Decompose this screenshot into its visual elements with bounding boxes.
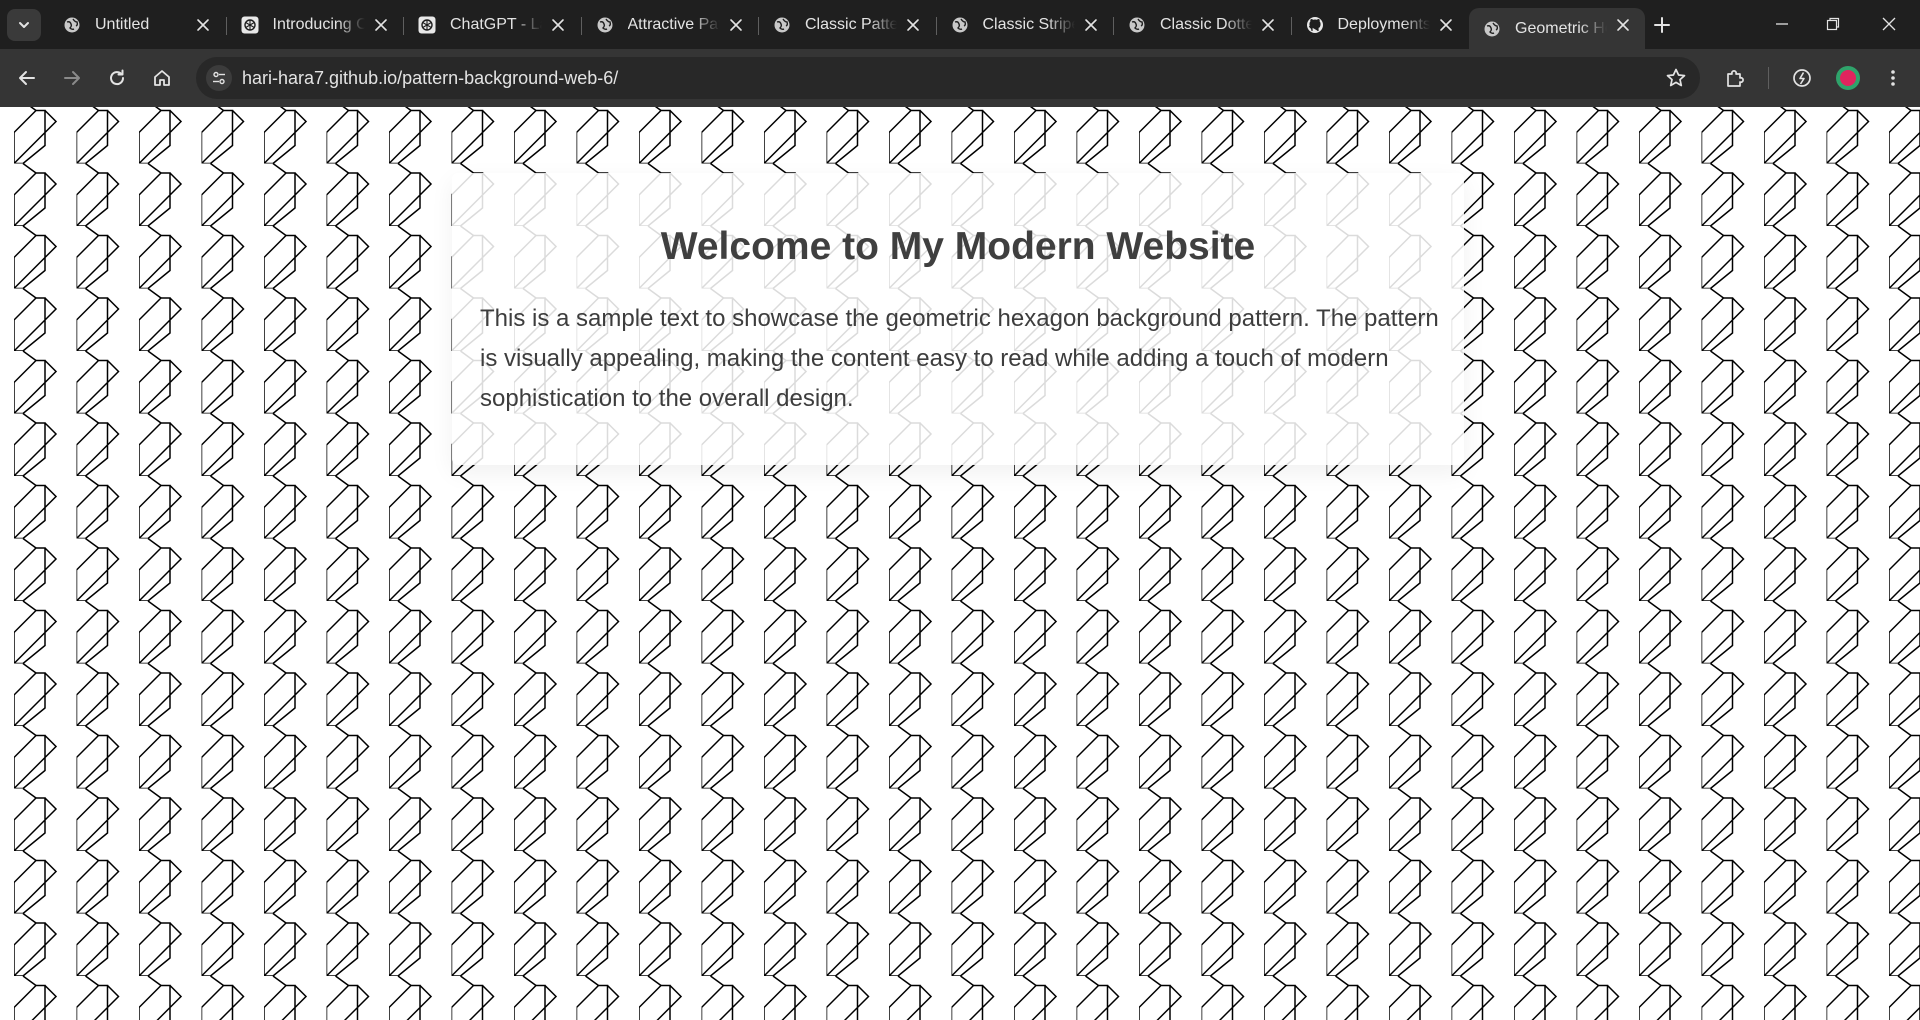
tab-title: Geometric Hexagon: [1515, 19, 1607, 37]
page-body-text: This is a sample text to showcase the ge…: [480, 305, 1439, 412]
url-text[interactable]: hari-hara7.github.io/pattern-background-…: [242, 68, 618, 89]
close-icon: [1439, 18, 1453, 32]
browser-tab[interactable]: Classic Dotted: [1114, 8, 1290, 42]
avatar: [1840, 70, 1856, 86]
performance-button[interactable]: [1789, 65, 1815, 91]
browser-toolbar: hari-hara7.github.io/pattern-background-…: [0, 49, 1920, 107]
browser-tab[interactable]: ChatGPT - Latest: [404, 8, 580, 42]
toolbar-divider: [1768, 67, 1769, 89]
browser-tab[interactable]: Deployments: [1292, 8, 1468, 42]
tab-search-button[interactable]: [7, 9, 41, 41]
globe-icon: [63, 16, 81, 34]
tab-title: Attractive Patterns: [627, 16, 720, 33]
close-icon: [1261, 18, 1275, 32]
tab-title: Untitled: [95, 16, 150, 33]
bookmark-star-button[interactable]: [1664, 66, 1688, 90]
browser-tab[interactable]: Classic Patterns: [759, 8, 935, 42]
site-info-button[interactable]: [206, 65, 232, 91]
browser-tab[interactable]: Attractive Patterns: [582, 8, 758, 42]
tab-close-button[interactable]: [195, 17, 211, 33]
tab-close-button[interactable]: [550, 17, 566, 33]
browser-tab[interactable]: Introducing ChatGPT: [227, 8, 403, 42]
arrow-left-icon: [19, 71, 35, 85]
content-card: Welcome to My Modern Website This is a s…: [452, 173, 1464, 465]
reload-icon: [110, 69, 125, 86]
close-icon: [1084, 18, 1098, 32]
page-heading: Welcome to My Modern Website: [660, 225, 1256, 268]
puzzle-icon: [1727, 70, 1744, 87]
reload-button[interactable]: [104, 65, 130, 91]
tab-strip: Untitled Introducing ChatGPT ChatGPT - Lat…: [0, 0, 1920, 49]
plus-icon: [1654, 17, 1670, 33]
globe-icon: [1483, 20, 1501, 38]
close-icon: [551, 18, 565, 32]
tab-title: Introducing ChatGPT: [272, 16, 365, 33]
close-icon: [906, 18, 920, 32]
close-icon: [1882, 17, 1896, 31]
speedometer-icon: [1793, 69, 1811, 87]
tab-close-button[interactable]: [1615, 17, 1631, 33]
address-bar[interactable]: hari-hara7.github.io/pattern-background-…: [196, 57, 1700, 99]
close-window-button[interactable]: [1877, 12, 1901, 36]
back-button[interactable]: [14, 65, 40, 91]
restore-icon: [1826, 17, 1840, 31]
tab-close-button[interactable]: [1083, 17, 1099, 33]
minimize-icon: [1776, 23, 1788, 25]
new-tab-button[interactable]: [1650, 13, 1674, 37]
tab-close-button[interactable]: [905, 17, 921, 33]
browser-tab[interactable]: Untitled: [49, 8, 225, 42]
close-icon: [374, 18, 388, 32]
close-icon: [196, 18, 210, 32]
close-icon: [1616, 18, 1630, 32]
chevron-down-icon: [19, 22, 29, 28]
tab-title: Classic Dotted: [1160, 16, 1252, 33]
browser-tab-active[interactable]: Geometric Hexagon: [1469, 8, 1645, 49]
home-icon: [154, 70, 170, 86]
tab-close-button[interactable]: [373, 17, 389, 33]
star-icon: [1666, 68, 1686, 87]
more-vertical-icon: [1891, 70, 1895, 86]
globe-icon: [596, 16, 614, 34]
close-icon: [729, 18, 743, 32]
tab-title: Classic Patterns: [805, 16, 897, 33]
arrow-right-icon: [64, 71, 80, 85]
browser-tab[interactable]: Classic Stripes: [937, 8, 1113, 42]
home-button[interactable]: [149, 65, 175, 91]
tune-icon: [213, 71, 225, 85]
minimize-button[interactable]: [1770, 12, 1794, 36]
page-viewport: Welcome to My Modern Website This is a s…: [0, 107, 1920, 1020]
browser-menu-button[interactable]: [1880, 65, 1906, 91]
extensions-button[interactable]: [1722, 65, 1748, 91]
globe-icon: [773, 16, 791, 34]
tab-close-button[interactable]: [728, 17, 744, 33]
tab-title: ChatGPT - Latest: [450, 16, 542, 33]
profile-avatar-button[interactable]: [1836, 66, 1860, 90]
restore-button[interactable]: [1821, 12, 1845, 36]
tab-close-button[interactable]: [1260, 17, 1276, 33]
globe-icon: [951, 16, 969, 34]
tab-title: Classic Stripes: [982, 16, 1075, 33]
globe-icon: [1128, 16, 1146, 34]
forward-button[interactable]: [59, 65, 85, 91]
openai-icon: [241, 16, 259, 34]
tab-close-button[interactable]: [1438, 17, 1454, 33]
github-icon: [1306, 16, 1324, 34]
openai-icon: [418, 16, 436, 34]
tab-title: Deployments: [1337, 16, 1430, 33]
